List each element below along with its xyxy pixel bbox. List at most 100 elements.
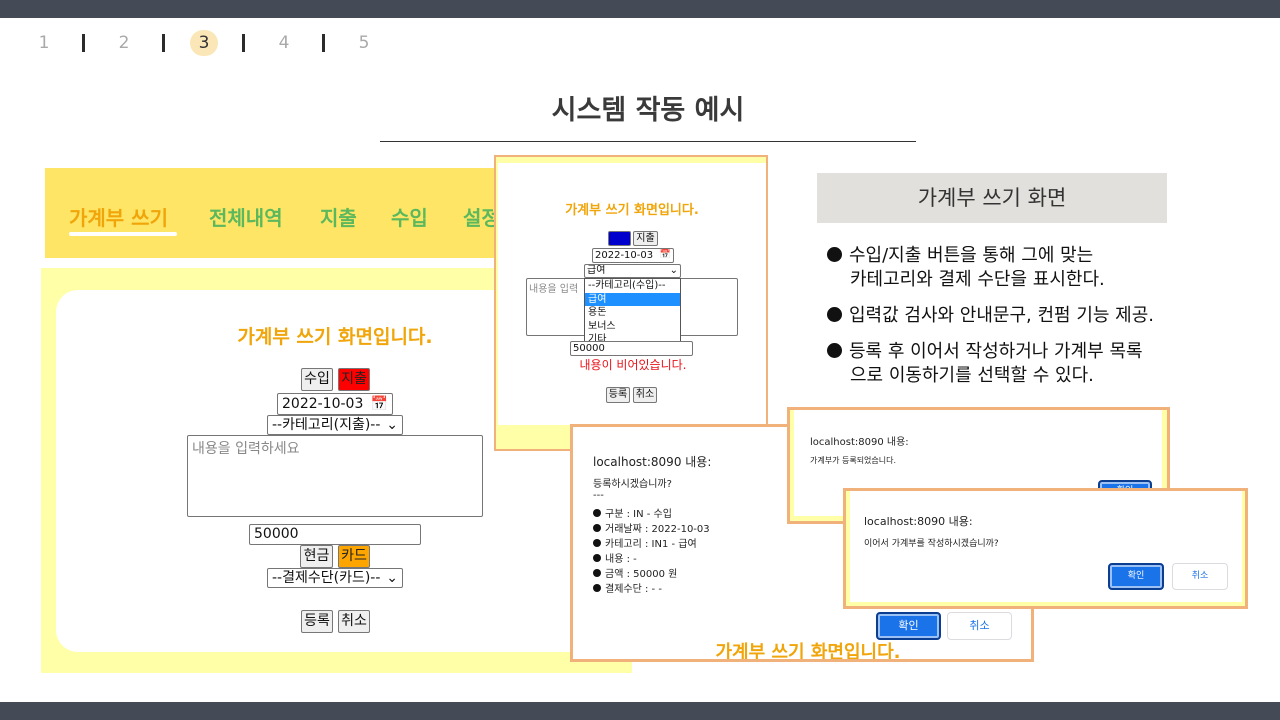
- nav-all-history[interactable]: 전체내역: [209, 202, 283, 231]
- dialog-detail-line: 결제수단 : - -: [593, 580, 662, 595]
- pager-separator: [322, 34, 325, 52]
- continue-cancel-button[interactable]: 취소: [1172, 563, 1228, 590]
- expense-button[interactable]: 지출: [338, 368, 370, 391]
- chevron-down-icon: ⌄: [669, 265, 678, 276]
- dialog-detail-line: 내용 : -: [593, 550, 637, 565]
- chevron-down-icon: ⌄: [386, 417, 398, 433]
- small-register-button[interactable]: 등록: [606, 387, 630, 403]
- confirm-cancel-button[interactable]: 취소: [947, 612, 1012, 640]
- page-3[interactable]: 3: [190, 30, 218, 56]
- amount-value: 50000: [254, 526, 299, 542]
- amount-input[interactable]: 50000: [249, 524, 421, 545]
- bullet-dot: [827, 307, 842, 322]
- small-date-input[interactable]: 2022-10-03 📅: [592, 248, 674, 263]
- category-select[interactable]: --카테고리(지출)-- ⌄: [267, 415, 403, 435]
- detail-text: 카테고리 : IN1 - 급여: [605, 539, 697, 550]
- bullet-dot: [827, 247, 842, 262]
- small-expense-button[interactable]: 지출: [633, 231, 658, 246]
- dialog-detail-line: 거래날짜 : 2022-10-03: [593, 520, 710, 535]
- caption-box: 가계부 쓰기 화면: [817, 173, 1167, 223]
- dialog-title: localhost:8090 내용:: [864, 515, 973, 528]
- nav-active-underline: [69, 232, 177, 236]
- content-textarea[interactable]: 내용을 입력하세요: [187, 435, 483, 517]
- dropdown-option-selected[interactable]: 급여: [585, 292, 680, 306]
- pager-separator: [162, 34, 165, 52]
- dropdown-option[interactable]: --카테고리(수입)--: [585, 279, 680, 293]
- calendar-icon[interactable]: 📅: [660, 249, 671, 262]
- category-dropdown-list[interactable]: --카테고리(수입)-- 급여 용돈 보너스 기타: [584, 278, 681, 346]
- bullet-dot: [593, 509, 601, 517]
- pager-separator: [242, 34, 245, 52]
- small-cancel-button[interactable]: 취소: [633, 387, 657, 403]
- bullet-dot: [593, 554, 601, 562]
- dialog-title: localhost:8090 내용:: [810, 437, 909, 448]
- dialog-message: 이어서 가계부를 작성하시겠습니까?: [864, 539, 999, 549]
- dropdown-option[interactable]: 용돈: [585, 306, 680, 320]
- page-2[interactable]: 2: [110, 30, 138, 56]
- dropdown-option[interactable]: 보너스: [585, 320, 680, 334]
- bullet-item: 등록 후 이어서 작성하거나 가계부 목록 으로 이동하기를 선택할 수 있다.: [827, 340, 1143, 388]
- cash-button[interactable]: 현금: [300, 545, 333, 568]
- small-amount-input[interactable]: 50000: [570, 341, 693, 356]
- content-placeholder: 내용을 입력하세요: [192, 441, 300, 457]
- nav-income[interactable]: 수입: [391, 202, 428, 231]
- bullet-text-cont: 카테고리와 결제 수단을 표시한다.: [850, 269, 1105, 290]
- income-button[interactable]: 수입: [301, 368, 333, 391]
- nav-write-ledger[interactable]: 가계부 쓰기: [69, 202, 168, 231]
- dialog-title: localhost:8090 내용:: [593, 455, 712, 469]
- error-message: 내용이 비어있습니다.: [579, 358, 687, 372]
- page-5[interactable]: 5: [350, 30, 378, 56]
- small-income-button[interactable]: [608, 231, 631, 246]
- bullet-item: 입력값 검사와 안내문구, 컨펌 기능 제공.: [827, 304, 1154, 328]
- date-input[interactable]: 2022-10-03 📅: [277, 393, 393, 415]
- continue-dialog: localhost:8090 내용: 이어서 가계부를 작성하시겠습니까? 확인…: [843, 488, 1248, 609]
- small-date-value: 2022-10-03: [595, 250, 654, 261]
- bullet-dot: [827, 343, 842, 358]
- date-value: 2022-10-03: [282, 396, 364, 412]
- calendar-icon[interactable]: 📅: [371, 394, 388, 414]
- register-button[interactable]: 등록: [301, 610, 333, 633]
- bullet-dot: [593, 569, 601, 577]
- bullet-text: 수입/지출 버튼을 통해 그에 맞는: [849, 245, 1094, 266]
- dialog-detail-line: 구분 : IN - 수입: [593, 505, 672, 520]
- small-category-value: 급여: [587, 265, 606, 276]
- small-category-select[interactable]: 급여 ⌄: [584, 264, 681, 278]
- bullet-dot: [593, 539, 601, 547]
- pager-separator: [82, 34, 85, 52]
- slide-title: 시스템 작동 예시: [551, 95, 745, 126]
- chevron-down-icon: ⌄: [386, 570, 398, 586]
- bullet-text: 입력값 검사와 안내문구, 컨펌 기능 제공.: [849, 305, 1155, 326]
- small-content-placeholder: 내용을 입력: [529, 284, 579, 295]
- bullet-item: 수입/지출 버튼을 통해 그에 맞는 카테고리와 결제 수단을 표시한다.: [827, 244, 1105, 292]
- payment-select-value: --결제수단(카드)--: [272, 570, 381, 586]
- cancel-button[interactable]: 취소: [338, 610, 370, 633]
- small-amount-value: 50000: [573, 343, 605, 354]
- nav-expense[interactable]: 지출: [320, 202, 357, 231]
- top-bar: [0, 0, 1280, 18]
- page-1[interactable]: 1: [30, 30, 58, 56]
- continue-ok-button[interactable]: 확인: [1108, 563, 1164, 590]
- category-select-value: --카테고리(지출)--: [272, 417, 381, 433]
- dialog-question: 등록하시겠습니까?: [593, 479, 672, 490]
- payment-select[interactable]: --결제수단(카드)-- ⌄: [267, 568, 403, 588]
- dialog-message: 가계부가 등록되었습니다.: [810, 456, 897, 465]
- dialog-detail-line: 금액 : 50000 원: [593, 565, 677, 580]
- app-nav-bar: 가계부 쓰기 전체내역 지출 수입 설정: [45, 168, 515, 258]
- dialog-divider-text: ---: [593, 490, 604, 501]
- dialog-detail-line: 카테고리 : IN1 - 급여: [593, 535, 697, 550]
- detail-text: 내용 : -: [605, 554, 637, 565]
- bullet-dot: [593, 524, 601, 532]
- detail-text: 구분 : IN - 수입: [605, 509, 672, 520]
- bullet-text-cont: 으로 이동하기를 선택할 수 있다.: [850, 365, 1094, 386]
- underlying-form-heading: 가계부 쓰기 화면입니다.: [715, 642, 901, 662]
- title-divider: [380, 141, 916, 142]
- bullet-text: 등록 후 이어서 작성하거나 가계부 목록: [849, 341, 1143, 362]
- page-4[interactable]: 4: [270, 30, 298, 56]
- form-heading: 가계부 쓰기 화면입니다.: [237, 326, 433, 348]
- card-button[interactable]: 카드: [338, 545, 370, 568]
- detail-text: 금액 : 50000 원: [605, 569, 678, 580]
- confirm-ok-button[interactable]: 확인: [876, 612, 941, 640]
- bullet-dot: [593, 584, 601, 592]
- detail-text: 거래날짜 : 2022-10-03: [605, 524, 710, 535]
- detail-text: 결제수단 : - -: [605, 584, 662, 595]
